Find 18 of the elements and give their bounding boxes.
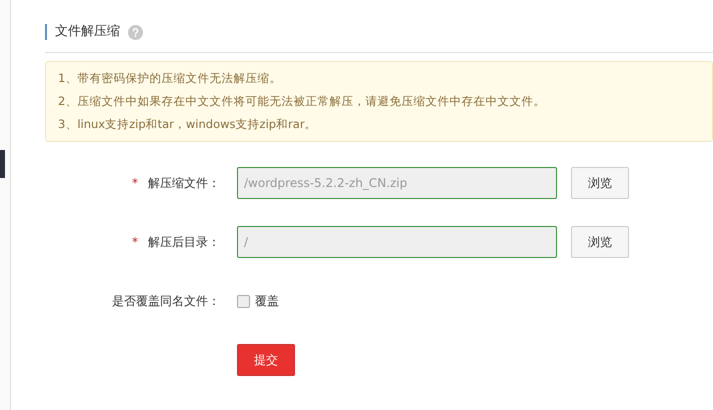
browse-button[interactable]: 浏览 xyxy=(571,226,629,258)
browse-button[interactable]: 浏览 xyxy=(571,167,629,199)
required-mark: * xyxy=(132,235,138,249)
notice-line: 1、带有密码保护的压缩文件无法解压缩。 xyxy=(58,70,282,87)
section-title: 文件解压缩 xyxy=(45,24,120,40)
sidebar-marker xyxy=(0,150,5,178)
checkbox-label: 覆盖 xyxy=(255,292,279,310)
field-label: 解压后目录： xyxy=(148,234,220,250)
help-icon[interactable] xyxy=(128,24,143,40)
input-field[interactable]: / xyxy=(237,226,557,258)
field-label: 解压缩文件： xyxy=(148,174,220,192)
submit-button[interactable]: 提交 xyxy=(237,344,295,376)
notice-line: 2、压缩文件中如果存在中文文件将可能无法被正常解压，请避免压缩文件中存在中文文件。 xyxy=(58,93,546,110)
field-label: 是否覆盖同名文件： xyxy=(112,292,220,310)
required-mark: * xyxy=(132,176,138,190)
notice-line: 3、linux支持zip和tar，windows支持zip和rar。 xyxy=(58,116,318,133)
checkbox[interactable] xyxy=(237,294,250,308)
input-field[interactable]: /wordpress-5.2.2-zh_CN.zip xyxy=(237,167,557,199)
